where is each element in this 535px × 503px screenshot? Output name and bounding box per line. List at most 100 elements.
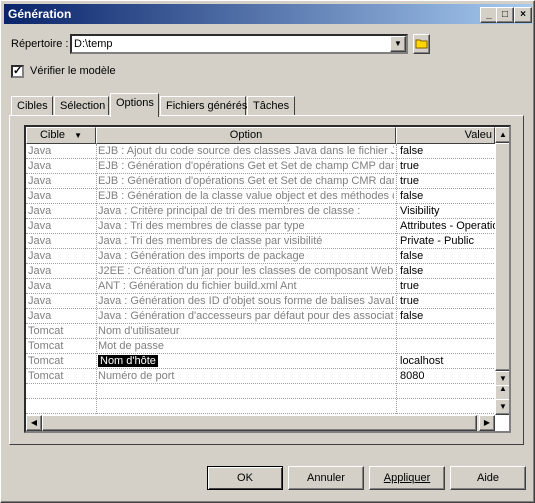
verify-model-checkbox[interactable]: ✓ [11,65,24,78]
table-row[interactable]: Tomcat Nom d'hôte localhost [26,354,496,369]
table-row[interactable]: Java Java : Génération d'accesseurs par d… [26,309,496,324]
target-value-cell[interactable]: Java [28,294,94,309]
table-row[interactable]: Java Java : Tri des membres de classe par… [26,234,496,249]
table-row[interactable]: Java Java : Génération des imports de pac… [26,249,496,264]
option-name-cell[interactable]: Nom d'hôte [98,354,394,369]
option-name: Nom d'hôte [98,355,158,367]
option-name-cell[interactable]: J2EE : Création d'un jar pour les classe… [98,264,394,279]
target-value-cell[interactable]: Java [28,279,94,294]
scroll-right-icon[interactable]: ▶ [479,415,495,431]
option-value-cell[interactable]: 8080 [400,369,500,384]
option-name-cell[interactable]: EJB : Génération d'opérations Get et Set… [98,174,394,189]
table-row[interactable]: Java Java : Génération des ID d'objet sou… [26,294,496,309]
column-header-cible-label: Cible [39,129,66,141]
table-row[interactable]: Java EJB : Génération d'opérations Get et… [26,174,496,189]
option-value-cell[interactable]: localhost [400,354,500,369]
help-button[interactable]: Aide [450,466,526,490]
option-name: Java : Génération des imports de package [98,250,305,262]
option-name-cell[interactable]: Java : Tri des membres de classe par typ… [98,219,394,234]
target-value-cell[interactable]: Java [28,234,94,249]
tab-options[interactable]: Options [110,93,159,117]
column-header-valeur[interactable]: Valeu [396,127,495,144]
option-value-cell[interactable]: true [400,279,500,294]
horizontal-scrollbar[interactable]: ◀ ▶ [26,415,495,431]
option-value-cell[interactable]: true [400,294,500,309]
option-value-cell[interactable]: false [400,264,500,279]
table-row[interactable]: Java Java : Tri des membres de classe par… [26,219,500,234]
target-value-cell[interactable]: Java [28,159,94,174]
column-header-option[interactable]: Option [96,127,396,144]
tab-taches[interactable]: Tâches [247,96,295,115]
option-name-cell[interactable]: EJB : Génération de la classe value obje… [98,189,394,204]
option-name-cell[interactable]: Java : Génération des imports de package [98,249,394,264]
close-button[interactable]: × [514,7,532,23]
table-row[interactable]: Java EJB : Génération de la classe value … [26,189,496,204]
target-value-cell[interactable]: Java [28,264,94,279]
option-name-cell[interactable]: ANT : Génération du fichier build.xml An… [98,279,394,294]
tab-selection[interactable]: Sélection [54,96,109,115]
target-value-cell[interactable]: Tomcat [28,339,94,354]
target-value: Java [28,205,52,217]
chevron-down-icon[interactable]: ▼ [390,36,406,52]
option-value: true [400,160,419,172]
column-header-cible[interactable]: Cible ▼ [26,127,96,144]
cancel-button[interactable]: Annuler [288,466,364,490]
target-value-cell[interactable]: Tomcat [28,369,94,384]
table-row[interactable]: Tomcat Mot de passe [26,339,496,354]
target-value-cell[interactable]: Java [28,174,94,189]
target-value-cell[interactable]: Java [28,219,94,234]
ok-button[interactable]: OK [207,466,283,490]
table-row[interactable]: Tomcat Nom d'utilisateur [26,324,496,339]
directory-combobox[interactable]: D:\temp ▼ [70,34,408,54]
option-value-cell[interactable]: Visibility [400,204,500,219]
option-name-cell[interactable]: Numéro de port [98,369,394,384]
option-value-cell[interactable]: Attributes - Operation [400,219,500,234]
directory-label: Répertoire : [11,38,69,50]
target-value-cell[interactable]: Tomcat [28,354,94,369]
option-name-cell[interactable]: Java : Génération des ID d'objet sous fo… [98,294,394,309]
option-name-cell[interactable]: Java : Tri des membres de classe par vis… [98,234,394,249]
table-row[interactable]: Java EJB : Génération d'opérations Get et… [26,159,496,174]
table-row[interactable]: Java EJB : Ajout du code source des class… [26,144,496,159]
table-row[interactable]: Java ANT : Génération du fichier build.xm… [26,279,496,294]
target-value-cell[interactable]: Java [28,309,94,324]
vertical-scroll-thumb[interactable] [495,143,509,371]
horizontal-scroll-thumb[interactable] [42,415,477,431]
option-value-cell[interactable]: false [400,249,500,264]
option-name-cell[interactable]: EJB : Génération d'opérations Get et Set… [98,159,394,174]
table-row[interactable]: Tomcat Numéro de port 8080 [26,369,496,384]
scroll-left-icon[interactable]: ◀ [26,415,42,431]
tab-fichiers-generes[interactable]: Fichiers générés [160,96,247,115]
option-value-cell[interactable] [400,324,500,339]
target-value: Tomcat [28,340,64,352]
vertical-scrollbar[interactable]: ▲ ▼ ▲ ‾ ▼ [495,127,509,415]
maximize-button[interactable]: □ [496,7,514,23]
table-row[interactable]: Java J2EE : Création d'un jar pour les cl… [26,264,496,279]
target-value-cell[interactable]: Tomcat [28,324,94,339]
option-value-cell[interactable]: false [400,189,500,204]
table-row[interactable]: Java Java : Critère principal de tri des … [26,204,496,219]
option-value-cell[interactable]: true [400,174,500,189]
option-name-cell[interactable]: Java : Génération d'accesseurs par défau… [98,309,394,324]
target-value-cell[interactable]: Java [28,204,94,219]
apply-button[interactable]: Appliquer [369,466,445,490]
browse-folder-button[interactable] [413,34,430,54]
option-value-cell[interactable]: Private - Public [400,234,500,249]
option-name-cell[interactable]: EJB : Ajout du code source des classes J… [98,144,394,159]
option-value-cell[interactable]: true [400,159,500,174]
option-name-cell[interactable]: Mot de passe [98,339,394,354]
target-value-cell[interactable]: Java [28,249,94,264]
scroll-up-icon[interactable]: ▲ [495,127,509,143]
option-name-cell[interactable]: Nom d'utilisateur [98,324,394,339]
option-value: false [400,190,424,202]
option-name-cell[interactable]: Java : Critère principal de tri des memb… [98,204,394,219]
option-value-cell[interactable] [400,339,500,354]
tab-cibles[interactable]: Cibles [11,96,53,115]
target-value-cell[interactable]: Java [28,189,94,204]
scroll-bottom-icon[interactable]: ▼ [495,399,509,415]
options-table[interactable]: Cible ▼ Option Valeu Java EJB : Ajout du … [24,125,511,433]
option-value: true [400,280,419,292]
option-value-cell[interactable]: false [400,144,500,159]
option-value-cell[interactable]: false [400,309,500,324]
target-value-cell[interactable]: Java [28,144,94,159]
